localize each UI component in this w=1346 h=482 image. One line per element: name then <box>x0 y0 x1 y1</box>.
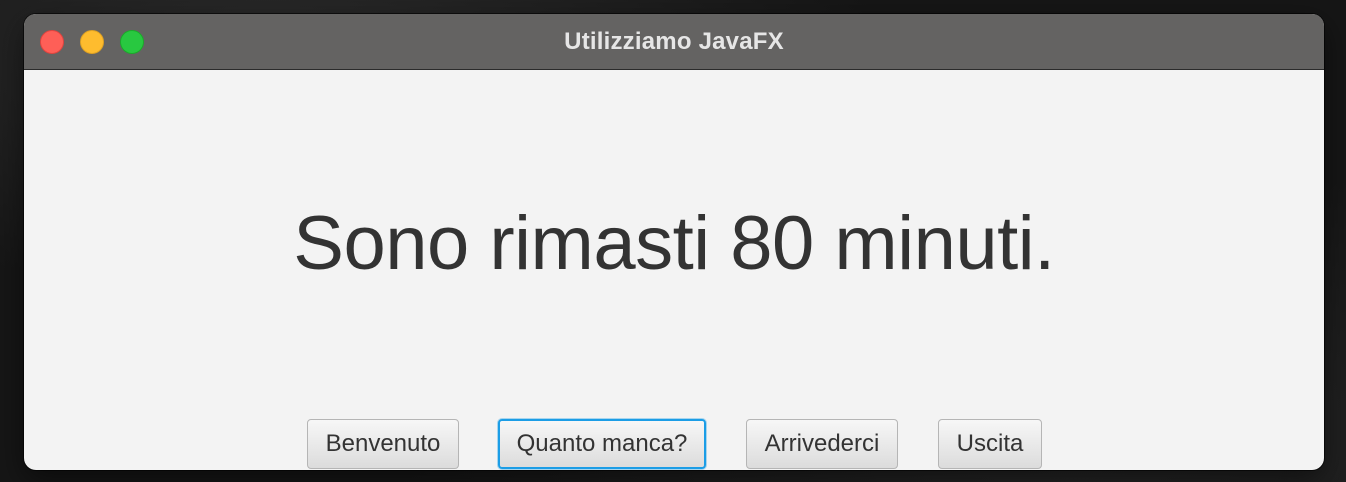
quanto-manca-button[interactable]: Quanto manca? <box>498 419 706 469</box>
app-window: Utilizziamo JavaFX Sono rimasti 80 minut… <box>24 14 1324 470</box>
arrivederci-button[interactable]: Arrivederci <box>746 419 898 469</box>
window-title: Utilizziamo JavaFX <box>564 28 784 55</box>
status-message: Sono rimasti 80 minuti. <box>293 201 1055 286</box>
uscita-button[interactable]: Uscita <box>938 419 1042 469</box>
benvenuto-button[interactable]: Benvenuto <box>307 419 459 469</box>
title-bar[interactable]: Utilizziamo JavaFX <box>24 14 1324 70</box>
